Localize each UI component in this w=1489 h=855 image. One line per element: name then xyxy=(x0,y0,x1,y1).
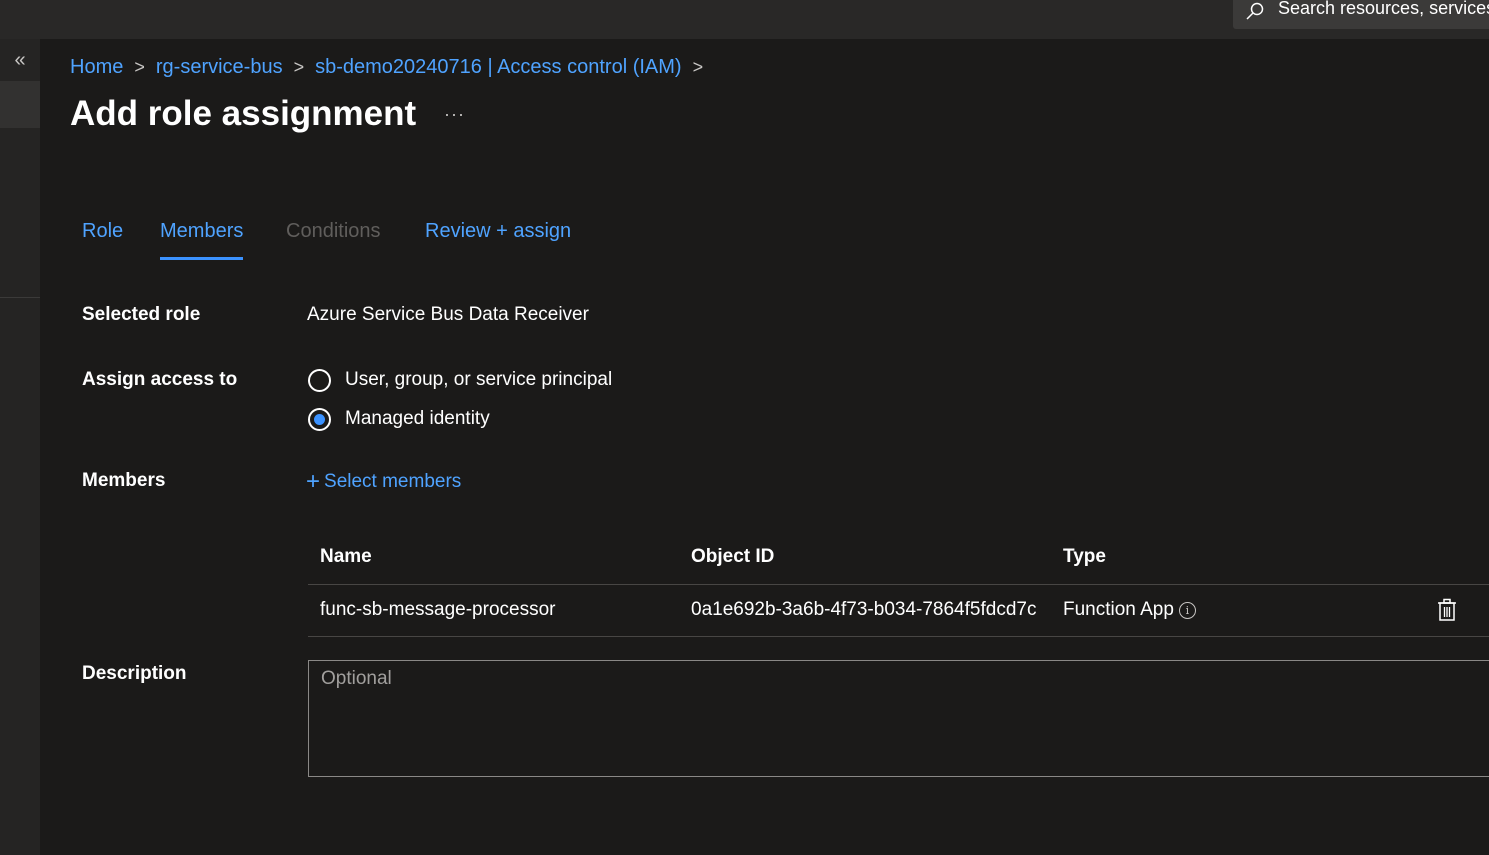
column-header-name: Name xyxy=(320,546,372,567)
chevron-right-icon: > xyxy=(293,56,305,77)
search-icon xyxy=(1246,2,1264,20)
left-navigation-rail: « xyxy=(0,39,40,855)
tab-role[interactable]: Role xyxy=(82,220,123,261)
rail-selected-item[interactable] xyxy=(0,81,40,128)
more-options-icon[interactable]: ··· xyxy=(444,104,468,124)
breadcrumb: Home > rg-service-bus > sb-demo20240716 … xyxy=(70,54,714,80)
table-row: func-sb-message-processor 0a1e692b-3a6b-… xyxy=(308,585,1489,637)
page-title: Add role assignment xyxy=(70,94,417,133)
radio-button-checked[interactable] xyxy=(308,407,331,431)
search-placeholder: Search resources, services, and docs (G+… xyxy=(1278,0,1489,18)
column-header-object-id: Object ID xyxy=(691,546,775,567)
plus-icon: + xyxy=(306,468,321,495)
radio-label-user-group-principal: User, group, or service principal xyxy=(345,369,613,390)
breadcrumb-resource-group[interactable]: rg-service-bus xyxy=(156,56,283,79)
global-search-box[interactable]: Search resources, services, and docs (G+… xyxy=(1233,0,1489,29)
assign-access-label: Assign access to xyxy=(82,369,238,390)
member-type-label: Function App xyxy=(1063,599,1174,620)
radio-button-unchecked[interactable] xyxy=(308,368,331,392)
radio-label-managed-identity: Managed identity xyxy=(345,408,490,429)
select-members-button[interactable]: + Select members xyxy=(306,468,461,496)
member-name: func-sb-message-processor xyxy=(320,599,556,620)
tab-review-assign[interactable]: Review + assign xyxy=(425,220,571,261)
members-table: Name Object ID Type func-sb-message-proc… xyxy=(308,535,1489,637)
tab-members[interactable]: Members xyxy=(160,220,244,261)
top-bar: Search resources, services, and docs (G+… xyxy=(0,0,1489,39)
members-label: Members xyxy=(82,470,166,491)
member-object-id: 0a1e692b-3a6b-4f73-b034-7864f5fdcd7c xyxy=(691,599,1037,620)
member-type: Function App i xyxy=(1063,599,1196,621)
table-header-row: Name Object ID Type xyxy=(308,535,1489,585)
description-label: Description xyxy=(82,663,187,684)
radio-managed-identity[interactable]: Managed identity xyxy=(308,405,490,433)
rail-divider xyxy=(0,297,40,298)
tab-conditions: Conditions xyxy=(286,220,381,242)
description-input[interactable] xyxy=(308,660,1489,777)
trash-icon[interactable] xyxy=(1437,598,1457,622)
collapse-menu-icon[interactable]: « xyxy=(9,49,31,71)
selected-role-value: Azure Service Bus Data Receiver xyxy=(307,304,589,325)
chevron-right-icon: > xyxy=(692,56,704,77)
breadcrumb-home[interactable]: Home xyxy=(70,56,123,79)
breadcrumb-access-control[interactable]: sb-demo20240716 | Access control (IAM) xyxy=(315,56,681,79)
radio-user-group-principal[interactable]: User, group, or service principal xyxy=(308,366,612,394)
selected-role-label: Selected role xyxy=(82,304,201,325)
chevron-right-icon: > xyxy=(134,56,145,77)
info-icon[interactable]: i xyxy=(1178,602,1196,619)
column-header-type: Type xyxy=(1063,546,1106,567)
select-members-label: Select members xyxy=(324,471,462,492)
